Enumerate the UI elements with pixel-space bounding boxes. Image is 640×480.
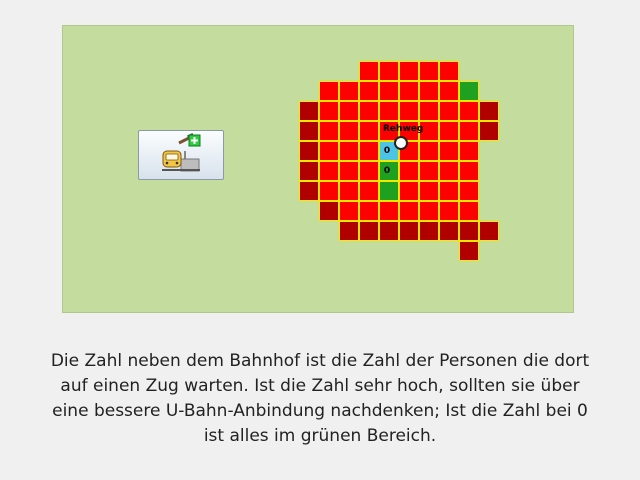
coverage-cell [419, 161, 439, 181]
coverage-cell [379, 101, 399, 121]
build-station-button[interactable] [138, 130, 224, 180]
coverage-cell [419, 221, 439, 241]
station-marker[interactable] [394, 136, 408, 150]
coverage-cell [479, 221, 499, 241]
coverage-cell [419, 81, 439, 101]
coverage-cell [459, 121, 479, 141]
station-name-label: Rehweg [383, 124, 424, 134]
coverage-cell [419, 61, 439, 81]
coverage-cell [419, 181, 439, 201]
game-map[interactable]: 00 Rehweg [62, 25, 574, 313]
coverage-cell [319, 121, 339, 141]
coverage-cell [379, 201, 399, 221]
coverage-cell [419, 141, 439, 161]
coverage-cell [359, 81, 379, 101]
coverage-cell [319, 181, 339, 201]
coverage-cell [459, 141, 479, 161]
coverage-cell [459, 181, 479, 201]
train-station-build-icon [162, 133, 201, 172]
coverage-cell [299, 101, 319, 121]
coverage-cell [399, 221, 419, 241]
coverage-cell [459, 161, 479, 181]
coverage-cell [459, 221, 479, 241]
coverage-cell [319, 201, 339, 221]
coverage-cell [319, 141, 339, 161]
coverage-cell [299, 121, 319, 141]
coverage-cell [439, 101, 459, 121]
coverage-cell [339, 221, 359, 241]
coverage-cell [459, 81, 479, 101]
coverage-cell [339, 121, 359, 141]
coverage-cell [419, 201, 439, 221]
coverage-cell [399, 201, 419, 221]
coverage-cell [339, 101, 359, 121]
coverage-cell [379, 61, 399, 81]
coverage-cell [399, 101, 419, 121]
coverage-cell [459, 201, 479, 221]
coverage-cell [479, 121, 499, 141]
tutorial-caption: Die Zahl neben dem Bahnhof ist die Zahl … [50, 351, 590, 446]
coverage-cell [439, 81, 459, 101]
coverage-cell [379, 81, 399, 101]
coverage-cell [359, 121, 379, 141]
coverage-cell [299, 161, 319, 181]
coverage-cell [439, 121, 459, 141]
coverage-cell [359, 181, 379, 201]
coverage-cell [439, 221, 459, 241]
coverage-cell [439, 161, 459, 181]
coverage-cell [339, 161, 359, 181]
coverage-cell [359, 201, 379, 221]
coverage-cell [359, 221, 379, 241]
coverage-cell [399, 181, 419, 201]
coverage-cell [359, 141, 379, 161]
coverage-cell [379, 181, 399, 201]
coverage-cell [319, 81, 339, 101]
coverage-cell [459, 241, 479, 261]
coverage-cell [379, 221, 399, 241]
coverage-cell [479, 101, 499, 121]
coverage-cell [319, 161, 339, 181]
coverage-cell [299, 181, 319, 201]
coverage-cell [439, 61, 459, 81]
coverage-cell [399, 61, 419, 81]
coverage-cell [399, 81, 419, 101]
coverage-cell [439, 201, 459, 221]
coverage-cell [459, 101, 479, 121]
coverage-cell [339, 141, 359, 161]
coverage-cell [339, 181, 359, 201]
coverage-cell [359, 101, 379, 121]
coverage-cell [339, 81, 359, 101]
coverage-cell [359, 61, 379, 81]
coverage-cell [439, 181, 459, 201]
coverage-cell [439, 141, 459, 161]
coverage-cell [319, 101, 339, 121]
coverage-cell [299, 141, 319, 161]
coverage-cell [399, 161, 419, 181]
coverage-cell [339, 201, 359, 221]
coverage-cell [359, 161, 379, 181]
coverage-cell [419, 101, 439, 121]
waiting-count-label: 0 [383, 166, 391, 176]
